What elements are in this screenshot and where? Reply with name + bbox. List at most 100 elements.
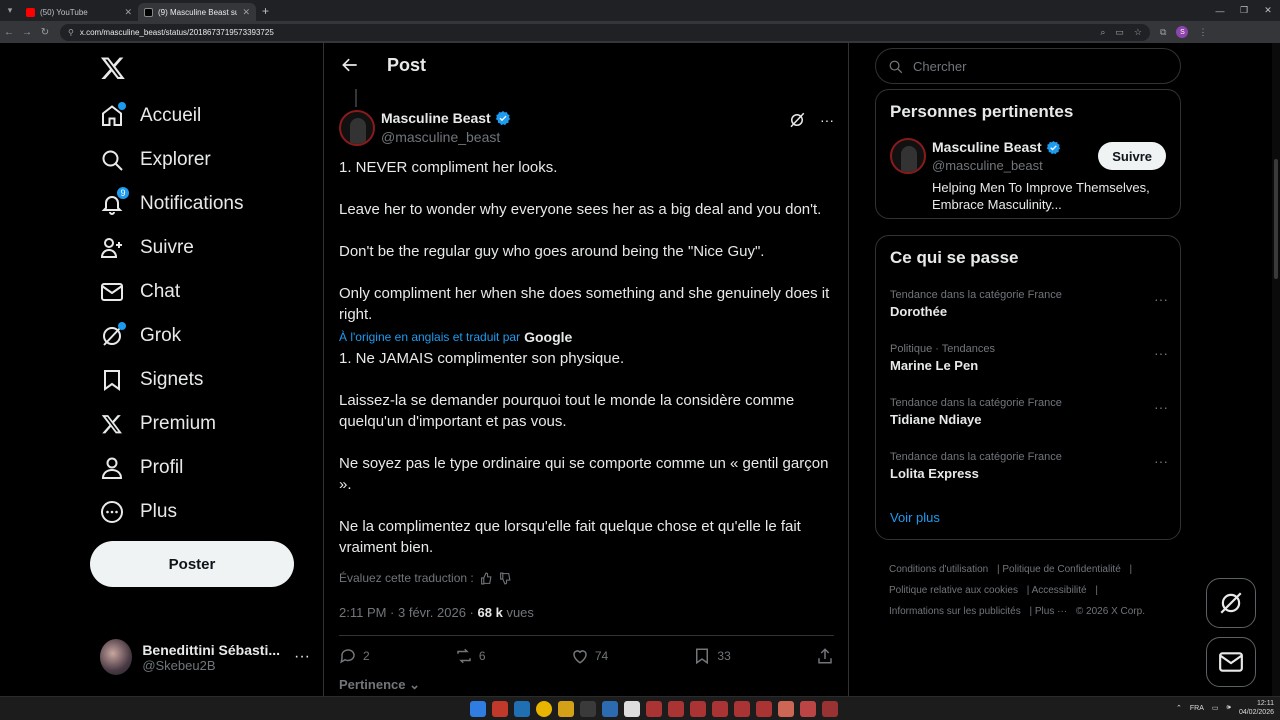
clock[interactable]: 12:11 04/02/2026 [1239, 699, 1274, 717]
page-scrollbar[interactable] [1272, 43, 1280, 696]
close-tab-icon[interactable]: ✕ [124, 7, 132, 18]
app-icon[interactable] [712, 701, 728, 717]
more-horizontal-icon[interactable]: ··· [1154, 399, 1168, 415]
more-horizontal-icon[interactable]: ··· [1154, 291, 1168, 307]
app-icon[interactable] [602, 701, 618, 717]
tab-search-icon[interactable]: ▾ [0, 0, 20, 21]
trend-item[interactable]: Tendance dans la catégorie France Lolita… [890, 451, 1168, 481]
restore-icon[interactable]: ❐ [1232, 0, 1256, 21]
nav-item-chat[interactable]: Chat [100, 274, 180, 310]
sort-replies-dropdown[interactable]: Pertinence ⌄ [339, 677, 420, 693]
clock-time: 12:11 [1257, 700, 1274, 707]
star-icon[interactable]: ☆ [1134, 27, 1142, 38]
trend-item[interactable]: Politique · Tendances Marine Le Pen ··· [890, 343, 1168, 373]
share-button[interactable] [816, 647, 834, 665]
trend-item[interactable]: Tendance dans la catégorie France Tidian… [890, 397, 1168, 427]
app-icon[interactable] [800, 701, 816, 717]
app-icon[interactable] [734, 701, 750, 717]
nav-item-signets[interactable]: Signets [100, 362, 203, 398]
author-name-row[interactable]: Masculine Beast [381, 110, 511, 126]
back-arrow-icon[interactable] [340, 55, 360, 75]
relevant-user-handle[interactable]: @masculine_beast [932, 158, 1043, 173]
cast-icon[interactable]: ▭ [1115, 27, 1124, 38]
taskbar-apps [470, 701, 838, 717]
more-horizontal-icon[interactable]: ··· [1154, 345, 1168, 361]
relevant-user-name-row[interactable]: Masculine Beast [932, 139, 1061, 155]
nav-item-premium[interactable]: Premium [100, 406, 216, 442]
nav-item-accueil[interactable]: Accueil [100, 98, 201, 134]
follow-button[interactable]: Suivre [1098, 142, 1166, 170]
volume-icon[interactable]: 🕪 [1227, 704, 1231, 712]
footer-link-more[interactable]: Plus ··· [1035, 606, 1067, 617]
zoom-icon[interactable]: ⌕ [1100, 27, 1105, 38]
browser-tab-x[interactable]: (9) Masculine Beast sur X : "1. N ✕ [138, 3, 256, 21]
footer-link-ads[interactable]: Informations sur les publicités [889, 606, 1021, 617]
relevant-user-bio: Helping Men To Improve Themselves, Embra… [932, 180, 1150, 212]
app-icon[interactable] [778, 701, 794, 717]
footer-link-privacy[interactable]: Politique de Confidentialité [1002, 564, 1120, 575]
show-more-link[interactable]: Voir plus [890, 510, 940, 525]
app-icon[interactable] [646, 701, 662, 717]
close-window-icon[interactable]: ✕ [1256, 0, 1280, 21]
app-icon[interactable] [822, 701, 838, 717]
author-handle[interactable]: @masculine_beast [381, 129, 500, 145]
translation-attribution[interactable]: À l'origine en anglais et traduit par Go… [339, 327, 839, 348]
like-button[interactable]: 74 [571, 647, 608, 665]
start-icon[interactable] [470, 701, 486, 717]
nav-item-suivre[interactable]: Suivre [100, 230, 194, 266]
nav-label: Profil [140, 457, 184, 478]
grok-fab-button[interactable] [1206, 578, 1256, 628]
app-icon[interactable] [756, 701, 772, 717]
extensions-icon[interactable]: ⧉ [1160, 27, 1166, 38]
app-icon[interactable] [580, 701, 596, 717]
app-icon[interactable] [492, 701, 508, 717]
post-button[interactable]: Poster [90, 541, 294, 587]
nav-item-notifications[interactable]: 9 Notifications [100, 186, 244, 222]
post-timestamp[interactable]: 2:11 PM · 3 févr. 2026 · [339, 605, 474, 620]
profile-icon [100, 456, 124, 480]
messages-fab-button[interactable] [1206, 637, 1256, 687]
more-horizontal-icon[interactable]: ··· [294, 648, 310, 666]
x-logo-icon[interactable] [100, 55, 126, 81]
chrome-icon[interactable] [536, 701, 552, 717]
thumbs-up-icon[interactable] [480, 572, 493, 585]
app-icon[interactable] [690, 701, 706, 717]
app-icon[interactable] [514, 701, 530, 717]
nav-item-profil[interactable]: Profil [100, 450, 183, 486]
new-tab-icon[interactable]: + [262, 4, 269, 18]
forward-icon[interactable]: → [18, 27, 36, 38]
back-icon[interactable]: ← [0, 27, 18, 38]
profile-avatar[interactable]: S [1176, 26, 1189, 38]
grok-icon[interactable] [788, 111, 806, 129]
avatar[interactable] [890, 138, 926, 174]
nav-item-grok[interactable]: Grok [100, 318, 181, 354]
footer-link-cookies[interactable]: Politique relative aux cookies [889, 585, 1018, 596]
more-horizontal-icon[interactable]: ··· [820, 112, 834, 128]
nav-item-plus[interactable]: Plus [100, 494, 177, 530]
reply-button[interactable]: 2 [339, 647, 370, 665]
menu-icon[interactable]: ⋮ [1198, 27, 1207, 38]
search-input[interactable]: Chercher [875, 48, 1181, 84]
site-info-icon[interactable]: ⚲ [68, 28, 74, 37]
language-indicator[interactable]: FRA [1190, 705, 1204, 712]
trend-item[interactable]: Tendance dans la catégorie France Doroth… [890, 289, 1168, 319]
footer-link-accessibility[interactable]: Accessibilité [1032, 585, 1087, 596]
minimize-icon[interactable]: — [1208, 0, 1232, 21]
thumbs-down-icon[interactable] [499, 572, 512, 585]
author-avatar[interactable] [339, 110, 375, 146]
account-switcher[interactable]: Benedittini Sébasti... @Skebeu2B ··· [100, 637, 310, 677]
footer-link-terms[interactable]: Conditions d'utilisation [889, 564, 988, 575]
reload-icon[interactable]: ↻ [36, 27, 54, 38]
more-horizontal-icon[interactable]: ··· [1154, 453, 1168, 469]
repost-button[interactable]: 6 [455, 647, 486, 665]
address-bar[interactable]: ⚲ x.com/masculine_beast/status/201867371… [60, 23, 1150, 41]
chevron-up-icon[interactable]: ⌃ [1176, 704, 1182, 712]
bookmark-button[interactable]: 33 [693, 647, 731, 665]
browser-tab-youtube[interactable]: (50) YouTube ✕ [20, 3, 138, 21]
nav-item-explorer[interactable]: Explorer [100, 142, 211, 178]
app-icon[interactable] [668, 701, 684, 717]
network-icon[interactable]: ▭ [1212, 704, 1219, 712]
app-icon[interactable] [624, 701, 640, 717]
close-tab-icon[interactable]: ✕ [242, 7, 250, 18]
folder-icon[interactable] [558, 701, 574, 717]
